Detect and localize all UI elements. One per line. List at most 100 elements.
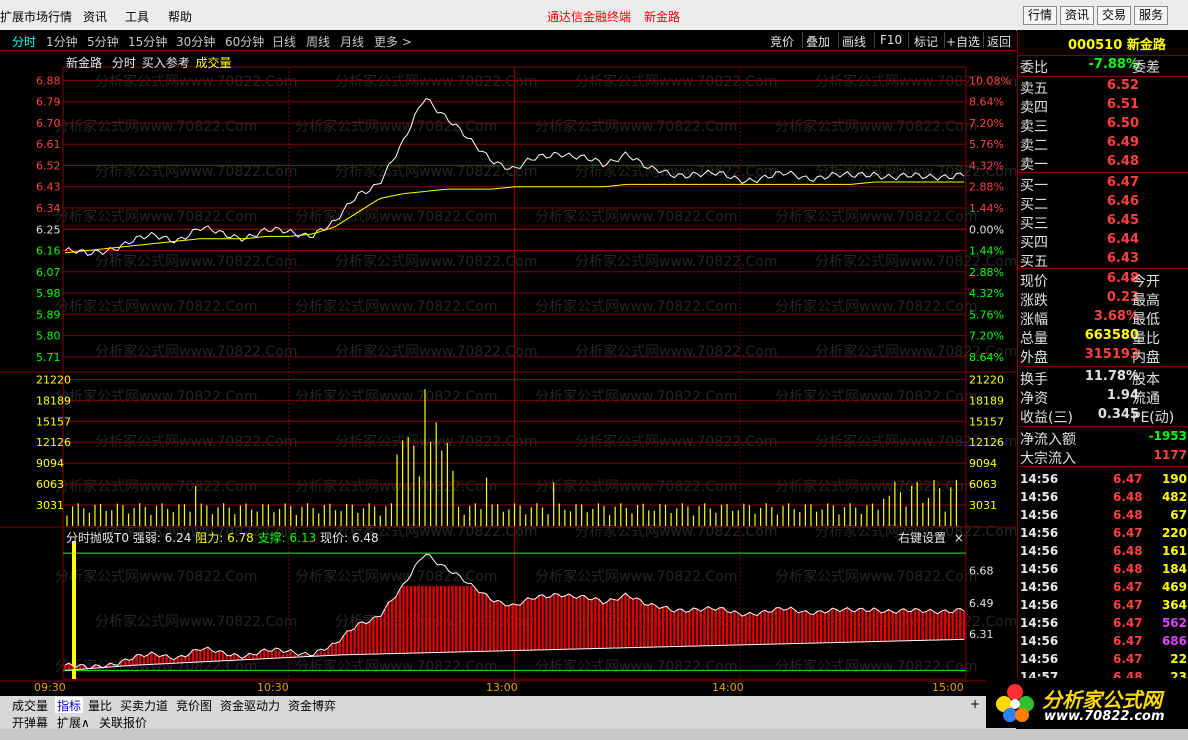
tab-5min[interactable]: 5分钟 [87, 33, 119, 50]
service-button[interactable]: 服务 [1134, 6, 1169, 25]
tick-volume: 190 [1161, 472, 1187, 486]
tab-intraday[interactable]: 分时 [12, 33, 36, 50]
tab-auction-chart[interactable]: 竞价图 [176, 697, 212, 714]
stat-row[interactable]: 涨幅 3.68% 最低 [1018, 309, 1188, 328]
time-label: 10:30 [257, 681, 289, 694]
stat-row-value: 315193 [1084, 347, 1139, 362]
stat2-row[interactable]: 收益(三) 0.345 PE(动) [1018, 407, 1188, 426]
price-tick-label: 6.16 [36, 245, 61, 258]
tab-volume[interactable]: 成交量 [12, 697, 48, 714]
tab-fund-game[interactable]: 资金博弈 [288, 697, 336, 714]
site-logo: 分析家公式网 www.70822.com [986, 678, 1188, 728]
overlay-button[interactable]: 叠加 [806, 33, 830, 50]
tab-60min[interactable]: 60分钟 [225, 33, 264, 50]
tick-volume: 67 [1170, 508, 1187, 522]
tab-daily[interactable]: 日线 [272, 33, 296, 50]
tab-1min[interactable]: 1分钟 [46, 33, 78, 50]
tab-weekly[interactable]: 周线 [306, 33, 330, 50]
news-button[interactable]: 资讯 [1060, 6, 1095, 25]
vol-tick-label: 6063 [969, 478, 997, 491]
intraday-chart[interactable]: 分析家公式网www.70822.Com 分析家公式网www.70822.Com 分析… [0, 51, 1016, 696]
mark-button[interactable]: 标记 [914, 33, 938, 50]
f10-button[interactable]: F10 [880, 33, 902, 47]
watermark-text: 分析家公式网www.70822.Com [575, 433, 777, 450]
watermark-text: 分析家公式网www.70822.Com [95, 433, 297, 450]
stat-row[interactable]: 现价 6.48 今开 [1018, 271, 1188, 290]
close-icon[interactable]: × [954, 531, 964, 545]
resist-label: 阻力: [195, 531, 224, 545]
buy-level-3[interactable]: 买三 6.45 [1018, 213, 1188, 232]
tick-price: 6.47 [1113, 526, 1143, 540]
buy-level-5[interactable]: 买五 6.43 [1018, 251, 1188, 270]
tick-row[interactable]: 14:56 6.47 364 [1018, 598, 1188, 616]
tick-time: 14:56 [1020, 562, 1059, 576]
tab-fund-drive[interactable]: 资金驱动力 [220, 697, 280, 714]
indicator-settings[interactable]: 右键设置 [898, 531, 946, 545]
tab-volume-ratio[interactable]: 量比 [88, 697, 112, 714]
add-watchlist-button[interactable]: +自选 [946, 33, 980, 50]
tick-row[interactable]: 14:56 6.48 67 [1018, 508, 1188, 526]
tab-30min[interactable]: 30分钟 [176, 33, 215, 50]
stat2-row[interactable]: 净资 1.94 流通 [1018, 388, 1188, 407]
back-button[interactable]: 返回 [987, 33, 1011, 50]
stock-code: 000510 [1068, 38, 1123, 53]
tab-buy-sell-force[interactable]: 买卖力道 [120, 697, 168, 714]
menu-help[interactable]: 帮助 [168, 8, 192, 25]
sell-level-1-value: 6.48 [1106, 154, 1139, 169]
stat2-row-right: 流通 [1132, 391, 1160, 407]
sell-level-1-label: 卖一 [1020, 157, 1048, 173]
buy-level-2-value: 6.46 [1106, 194, 1139, 209]
price-tick-label: 5.98 [36, 287, 61, 300]
tick-volume: 364 [1161, 598, 1187, 612]
tick-row[interactable]: 14:56 6.47 220 [1018, 526, 1188, 544]
menu-tools[interactable]: 工具 [125, 8, 149, 25]
sell-level-1[interactable]: 卖一 6.48 [1018, 154, 1188, 173]
vol-tick-label: 18189 [36, 394, 71, 407]
tab-indicator[interactable]: 指标 [55, 697, 84, 714]
buy-level-2[interactable]: 买二 6.46 [1018, 194, 1188, 213]
stat-row[interactable]: 涨跌 0.23 最高 [1018, 290, 1188, 309]
tick-row[interactable]: 14:56 6.47 562 [1018, 616, 1188, 634]
watermark-text: 分析家公式网www.70822.Com [775, 298, 977, 315]
price-tick-label: 5.71 [36, 351, 61, 364]
tick-row[interactable]: 14:56 6.47 469 [1018, 580, 1188, 598]
tick-price: 6.47 [1113, 616, 1143, 630]
tick-row[interactable]: 14:56 6.47 686 [1018, 634, 1188, 652]
sell-level-5[interactable]: 卖五 6.52 [1018, 78, 1188, 97]
sell-level-3[interactable]: 卖三 6.50 [1018, 116, 1188, 135]
buy-level-4[interactable]: 买四 6.44 [1018, 232, 1188, 251]
menu-ext-market[interactable]: 扩展市场行情 [0, 8, 72, 25]
tick-row[interactable]: 14:56 6.48 482 [1018, 490, 1188, 508]
sell-level-2[interactable]: 卖二 6.49 [1018, 135, 1188, 154]
tick-row[interactable]: 14:56 6.47 22 [1018, 652, 1188, 670]
watermark-text: 分析家公式网www.70822.Com [55, 568, 257, 585]
stat2-row[interactable]: 换手 11.78% 股本 [1018, 369, 1188, 388]
logo-url: www.70822.com [1044, 709, 1165, 724]
auction-button[interactable]: 竞价 [770, 33, 794, 50]
stat-row[interactable]: 总量 663580 量比 [1018, 328, 1188, 347]
tick-row[interactable]: 14:56 6.48 184 [1018, 562, 1188, 580]
tab-more[interactable]: 更多 > [374, 33, 412, 50]
watermark-text: 分析家公式网www.70822.Com [575, 253, 777, 270]
add-tab-icon[interactable]: + [970, 697, 980, 711]
draw-button[interactable]: 画线 [842, 33, 866, 50]
tick-price: 6.47 [1113, 634, 1143, 648]
watermark-text: 分析家公式网www.70822.Com [535, 568, 737, 585]
stat-row-label: 现价 [1020, 274, 1048, 290]
time-label: 14:00 [712, 681, 744, 694]
watermark-text: 分析家公式网www.70822.Com [575, 613, 777, 630]
tick-row[interactable]: 14:56 6.48 161 [1018, 544, 1188, 562]
tick-row[interactable]: 14:56 6.47 190 [1018, 472, 1188, 490]
buy-level-1[interactable]: 买一 6.47 [1018, 175, 1188, 194]
watermark-text: 分析家公式网www.70822.Com [775, 478, 977, 495]
tab-15min[interactable]: 15分钟 [128, 33, 167, 50]
stat-row[interactable]: 外盘 315193 内盘 [1018, 347, 1188, 366]
watermark-text: 分析家公式网www.70822.Com [55, 118, 257, 135]
trade-button[interactable]: 交易 [1097, 6, 1132, 25]
quote-button[interactable]: 行情 [1023, 6, 1058, 25]
watermark-text: 分析家公式网www.70822.Com [95, 73, 297, 90]
sell-level-4[interactable]: 卖四 6.51 [1018, 97, 1188, 116]
menu-news[interactable]: 资讯 [83, 8, 107, 25]
tick-time: 14:56 [1020, 472, 1059, 486]
tab-monthly[interactable]: 月线 [340, 33, 364, 50]
